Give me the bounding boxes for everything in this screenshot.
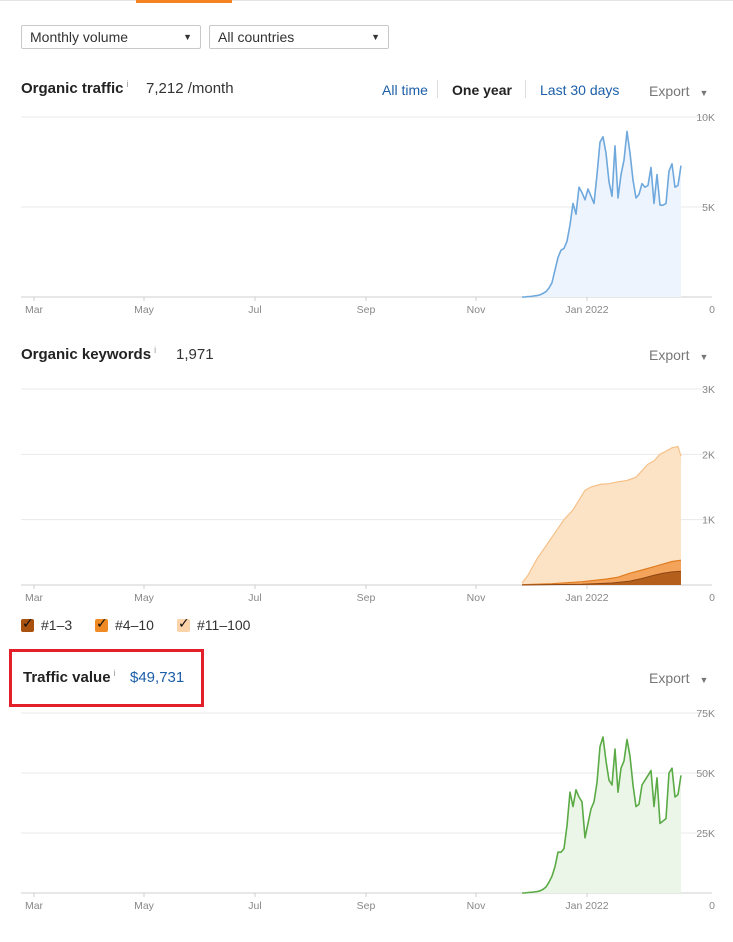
organic-keywords-title-text: Organic keywords (21, 346, 152, 363)
export-button-value[interactable]: Export ▼ (649, 670, 708, 686)
x-tick-label: Jul (248, 900, 261, 912)
x-tick-label: Sep (357, 900, 376, 912)
volume-select[interactable]: Monthly volume ▼ (21, 25, 201, 49)
caret-down-icon: ▼ (699, 88, 709, 98)
organic-keywords-chart: 3K 2K 1K 0 Mar May Jul Sep Nov Jan 2022 (21, 384, 715, 604)
export-label: Export (649, 347, 690, 363)
organic-traffic-title: Organic traffic i (21, 79, 129, 97)
highlight-box (9, 649, 204, 707)
export-button-keywords[interactable]: Export ▼ (649, 347, 708, 363)
legend-label: #1–3 (41, 617, 73, 633)
check-icon: ✓ (22, 615, 34, 631)
y-tick-label: 2K (702, 449, 715, 461)
y-tick-label: 25K (696, 828, 715, 840)
organic-keywords-title: Organic keywords i (21, 345, 156, 363)
legend-label: #11–100 (197, 617, 251, 633)
series-area (522, 737, 681, 893)
traffic-value-chart: 75K 50K 25K 0 Mar May Jul Sep Nov Jan 2022 (21, 708, 715, 912)
range-divider (437, 80, 438, 98)
legend-label: #4–10 (115, 617, 154, 633)
check-icon: ✓ (178, 615, 190, 631)
organic-keywords-value: 1,971 (176, 346, 214, 363)
range-divider (525, 80, 526, 98)
x-tick-label: May (134, 592, 155, 604)
x-tick-label: Jul (248, 304, 261, 316)
check-icon: ✓ (96, 615, 108, 631)
series-area (522, 446, 681, 585)
country-select[interactable]: All countries ▼ (209, 25, 389, 49)
x-tick-label: Mar (25, 592, 44, 604)
caret-down-icon: ▼ (699, 675, 709, 685)
caret-down-icon: ▼ (699, 352, 709, 362)
legend-item-top3[interactable]: ✓ #1–3 (21, 615, 73, 633)
series-area (522, 131, 681, 297)
info-icon[interactable]: i (127, 79, 129, 89)
organic-traffic-value: 7,212 /month (146, 80, 234, 97)
y-tick-label: 75K (696, 708, 715, 720)
range-all-time[interactable]: All time (382, 82, 428, 98)
top-divider (0, 0, 733, 1)
y-tick-label: 50K (696, 768, 715, 780)
legend-item-11-100[interactable]: ✓ #11–100 (177, 615, 251, 633)
range-last-30-days[interactable]: Last 30 days (540, 82, 619, 98)
x-tick-label: May (134, 304, 155, 316)
export-label: Export (649, 83, 690, 99)
caret-down-icon: ▼ (183, 32, 192, 42)
volume-select-value: Monthly volume (30, 29, 129, 45)
x-tick-label: Jul (248, 592, 261, 604)
x-tick-label: Nov (467, 592, 486, 604)
range-one-year[interactable]: One year (452, 82, 512, 98)
export-label: Export (649, 670, 690, 686)
checkbox-top3[interactable]: ✓ (21, 615, 34, 632)
y-tick-label: 1K (702, 515, 715, 527)
y-tick-label: 5K (702, 202, 715, 214)
x-tick-label: Jan 2022 (565, 592, 608, 604)
x-tick-label: Mar (25, 900, 44, 912)
y-tick-label: 0 (709, 900, 715, 912)
active-tab-indicator (136, 0, 232, 3)
y-tick-label: 0 (709, 592, 715, 604)
country-select-value: All countries (218, 29, 295, 45)
legend-item-4-10[interactable]: ✓ #4–10 (95, 615, 154, 633)
x-tick-label: May (134, 900, 155, 912)
y-tick-label: 10K (696, 112, 715, 124)
organic-traffic-chart: 10K 5K 0 Mar May Jul Sep Nov Jan 2022 (21, 112, 715, 316)
caret-down-icon: ▼ (371, 32, 380, 42)
info-icon[interactable]: i (154, 345, 156, 355)
y-tick-label: 3K (702, 384, 715, 396)
x-tick-label: Jan 2022 (565, 304, 608, 316)
x-tick-label: Sep (357, 304, 376, 316)
y-tick-label: 0 (709, 304, 715, 316)
x-tick-label: Nov (467, 304, 486, 316)
checkbox-11-100[interactable]: ✓ (177, 615, 190, 632)
x-tick-label: Nov (467, 900, 486, 912)
export-button-traffic[interactable]: Export ▼ (649, 83, 708, 99)
organic-traffic-title-text: Organic traffic (21, 80, 124, 97)
checkbox-4-10[interactable]: ✓ (95, 615, 108, 632)
x-tick-label: Sep (357, 592, 376, 604)
x-tick-label: Jan 2022 (565, 900, 608, 912)
x-tick-label: Mar (25, 304, 44, 316)
